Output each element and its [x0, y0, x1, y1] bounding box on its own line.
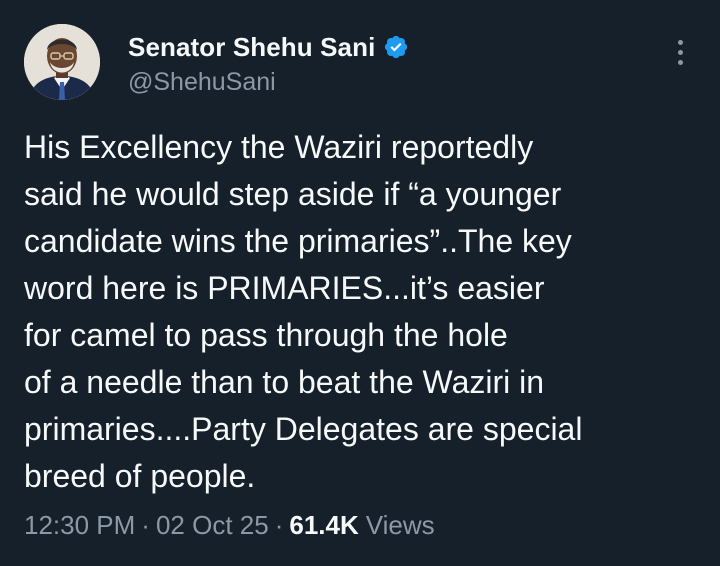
tweet-text: His Excellency the Waziri reportedly sai… [24, 124, 696, 500]
views-count[interactable]: 61.4K [289, 510, 358, 541]
meta-separator: · [141, 510, 150, 540]
avatar[interactable] [24, 24, 100, 100]
verified-badge-icon[interactable] [383, 34, 409, 60]
author-block: Senator Shehu Sani @ShehuSani [128, 30, 409, 97]
tweet-meta: 12:30 PM · 02 Oct 25 · 61.4K Views [24, 510, 435, 541]
tweet-header: Senator Shehu Sani @ShehuSani [24, 24, 696, 104]
tweet-date[interactable]: 02 Oct 25 [156, 510, 269, 541]
tweet-text-line: for camel to pass through the hole [24, 317, 508, 353]
name-row: Senator Shehu Sani [128, 30, 409, 64]
tweet-text-line: of a needle than to beat the Waziri in [24, 364, 545, 400]
views-label[interactable]: Views [366, 510, 435, 541]
tweet-text-line: said he would step aside if “a younger [24, 176, 562, 212]
tweet-card: Senator Shehu Sani @ShehuSani His Excell… [0, 0, 720, 566]
tweet-text-line: word here is PRIMARIES...it’s easier [24, 270, 545, 306]
meta-separator: · [274, 510, 284, 540]
tweet-text-line: candidate wins the primaries”..The key [24, 223, 572, 259]
tweet-text-line: breed of people. [24, 458, 256, 494]
author-display-name[interactable]: Senator Shehu Sani [128, 32, 375, 63]
avatar-photo-icon [24, 24, 100, 100]
tweet-text-line: His Excellency the Waziri reportedly [24, 129, 534, 165]
tweet-text-line: primaries....Party Delegates are special [24, 411, 583, 447]
more-options-icon[interactable] [674, 40, 686, 74]
author-handle[interactable]: @ShehuSani [128, 68, 409, 97]
tweet-time[interactable]: 12:30 PM [24, 510, 135, 541]
